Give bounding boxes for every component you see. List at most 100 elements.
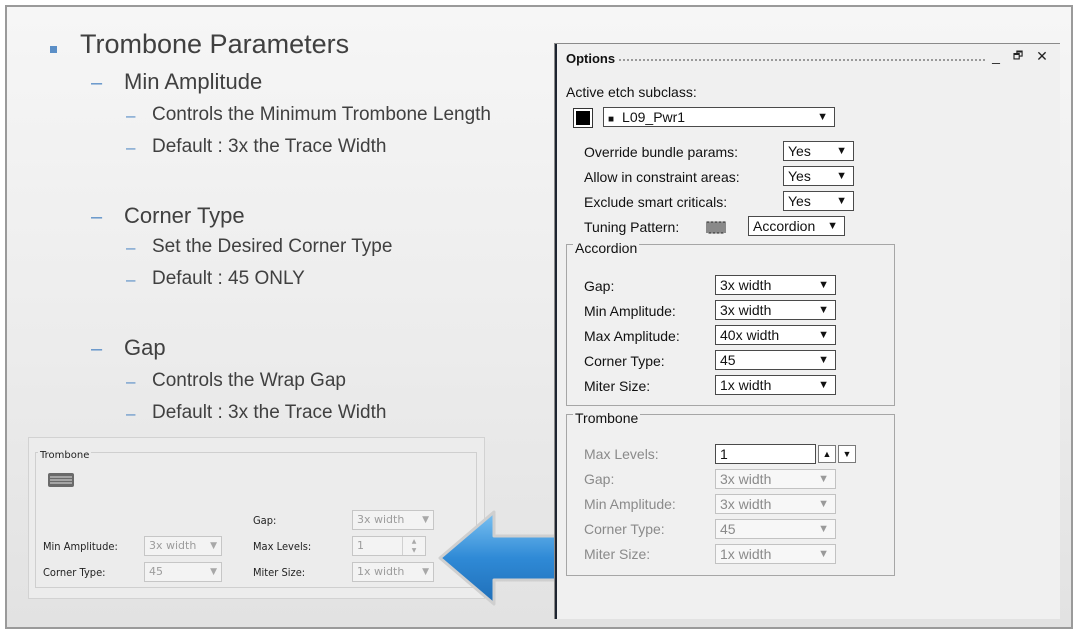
bullet-item: Controls the Minimum Trombone Length [152, 104, 491, 125]
active-etch-label: Active etch subclass: [566, 84, 697, 100]
legacy-corner-type-select[interactable]: 45 ▼ [144, 562, 222, 582]
trombone-miter-size-label: Miter Size: [584, 546, 651, 562]
panel-edge [555, 44, 557, 619]
trombone-gap-value: 3x width [720, 471, 772, 487]
section-heading: Gap [124, 335, 166, 360]
chevron-down-icon: ▼ [422, 567, 429, 577]
chevron-down-icon: ▼ [818, 354, 829, 366]
legacy-max-levels-spinner[interactable]: 1 ▲ ▼ [352, 536, 426, 556]
accordion-gap-value: 3x width [720, 277, 772, 293]
accordion-miter-size-value: 1x width [720, 377, 772, 393]
trombone-pattern-icon[interactable] [47, 472, 75, 488]
dash-bullet: – [91, 338, 103, 360]
accordion-max-amplitude-select[interactable]: 40x width ▼ [715, 325, 836, 345]
restore-icon[interactable]: 🗗 [1011, 48, 1025, 64]
legacy-gap-select[interactable]: 3x width ▼ [352, 510, 434, 530]
chevron-down-icon: ▼ [818, 379, 829, 391]
trombone-miter-size-value: 1x width [720, 546, 772, 562]
bullet-item: Default : 3x the Trace Width [152, 136, 387, 157]
slide-title: Trombone Parameters [80, 29, 350, 59]
chevron-down-icon: ▼ [817, 111, 828, 123]
accordion-min-amplitude-select[interactable]: 3x width ▼ [715, 300, 836, 320]
bullet-item: Default : 45 ONLY [152, 268, 305, 289]
trombone-gap-label: Gap: [584, 471, 615, 487]
exclude-critical-value: Yes [788, 193, 811, 209]
options-panel: Options _ 🗗 ✕ Active etch subclass: ■ L09… [554, 43, 1060, 619]
legacy-miter-size-label: Miter Size: [253, 566, 306, 579]
options-title: Options [566, 51, 616, 66]
spin-up-icon[interactable]: ▲ [403, 537, 425, 546]
accordion-caption: Accordion [573, 240, 640, 256]
chevron-down-icon: ▼ [422, 515, 429, 525]
active-etch-value: L09_Pwr1 [622, 109, 686, 125]
spin-down-icon[interactable]: ▼ [838, 445, 856, 463]
chevron-down-icon: ▼ [818, 473, 829, 485]
minimize-icon[interactable]: _ [989, 48, 1003, 64]
accordion-gap-label: Gap: [584, 278, 615, 294]
override-bundle-label: Override bundle params: [584, 144, 739, 160]
accordion-min-amplitude-value: 3x width [720, 302, 772, 318]
legacy-max-levels-value: 1 [357, 539, 364, 552]
trombone-max-levels-input[interactable]: 1 [715, 444, 816, 464]
dash-bullet: – [91, 72, 103, 94]
allow-constraint-select[interactable]: Yes ▼ [783, 166, 854, 186]
tuning-pattern-select[interactable]: Accordion ▼ [748, 216, 845, 236]
dash-bullet: – [126, 238, 136, 257]
accordion-miter-size-label: Miter Size: [584, 378, 651, 394]
accordion-corner-type-value: 45 [720, 352, 736, 368]
allow-constraint-label: Allow in constraint areas: [584, 169, 740, 185]
chevron-down-icon: ▼ [210, 567, 217, 577]
chevron-down-icon: ▼ [836, 195, 847, 207]
trombone-gap-select[interactable]: 3x width ▼ [715, 469, 836, 489]
dash-bullet: – [126, 138, 136, 157]
dash-bullet: – [126, 404, 136, 423]
bullet-item: Default : 3x the Trace Width [152, 402, 387, 423]
legacy-max-levels-label: Max Levels: [253, 540, 312, 553]
legacy-gap-label: Gap: [253, 514, 277, 527]
trombone-corner-type-label: Corner Type: [584, 521, 665, 537]
chevron-down-icon: ▼ [818, 329, 829, 341]
accordion-gap-select[interactable]: 3x width ▼ [715, 275, 836, 295]
arrow-left-icon [438, 510, 564, 606]
chevron-down-icon: ▼ [818, 304, 829, 316]
etch-color-swatch[interactable] [573, 108, 593, 128]
active-etch-select[interactable]: ■ L09_Pwr1 ▼ [603, 107, 835, 127]
dash-bullet: – [91, 206, 103, 228]
section-heading: Min Amplitude [124, 69, 263, 94]
bullet-item: Set the Desired Corner Type [152, 236, 393, 257]
spin-down-icon[interactable]: ▼ [403, 546, 425, 555]
accordion-corner-type-select[interactable]: 45 ▼ [715, 350, 836, 370]
accordion-corner-type-label: Corner Type: [584, 353, 665, 369]
exclude-critical-select[interactable]: Yes ▼ [783, 191, 854, 211]
chevron-down-icon: ▼ [836, 170, 847, 182]
close-icon[interactable]: ✕ [1035, 48, 1049, 64]
accordion-miter-size-select[interactable]: 1x width ▼ [715, 375, 836, 395]
accordion-min-amplitude-label: Min Amplitude: [584, 303, 676, 319]
legacy-miter-size-select[interactable]: 1x width ▼ [352, 562, 434, 582]
allow-constraint-value: Yes [788, 168, 811, 184]
legacy-trombone-panel: Trombone Gap: 3x width ▼ Min Amplitude: … [28, 437, 485, 599]
spin-up-icon[interactable]: ▲ [818, 445, 836, 463]
section-heading: Corner Type [124, 203, 245, 228]
trombone-max-levels-label: Max Levels: [584, 446, 659, 462]
legacy-corner-type-label: Corner Type: [43, 566, 106, 579]
chevron-down-icon: ▼ [818, 279, 829, 291]
legacy-min-amplitude-select[interactable]: 3x width ▼ [144, 536, 222, 556]
bullet-item: Controls the Wrap Gap [152, 370, 346, 391]
bullet-square-icon [50, 46, 57, 53]
trombone-corner-type-select[interactable]: 45 ▼ [715, 519, 836, 539]
trombone-miter-size-select[interactable]: 1x width ▼ [715, 544, 836, 564]
trombone-min-amplitude-select[interactable]: 3x width ▼ [715, 494, 836, 514]
chevron-down-icon: ▼ [818, 548, 829, 560]
title-grip[interactable] [619, 59, 985, 61]
chevron-down-icon: ▼ [818, 523, 829, 535]
legacy-trombone-caption: Trombone [38, 450, 92, 461]
legacy-min-amplitude-value: 3x width [149, 539, 197, 552]
tuning-pattern-value: Accordion [753, 218, 816, 234]
tuning-pattern-label: Tuning Pattern: [584, 219, 680, 235]
trombone-caption: Trombone [573, 410, 641, 426]
override-bundle-select[interactable]: Yes ▼ [783, 141, 854, 161]
dash-bullet: – [126, 106, 136, 125]
accordion-max-amplitude-value: 40x width [720, 327, 780, 343]
chevron-down-icon: ▼ [836, 145, 847, 157]
